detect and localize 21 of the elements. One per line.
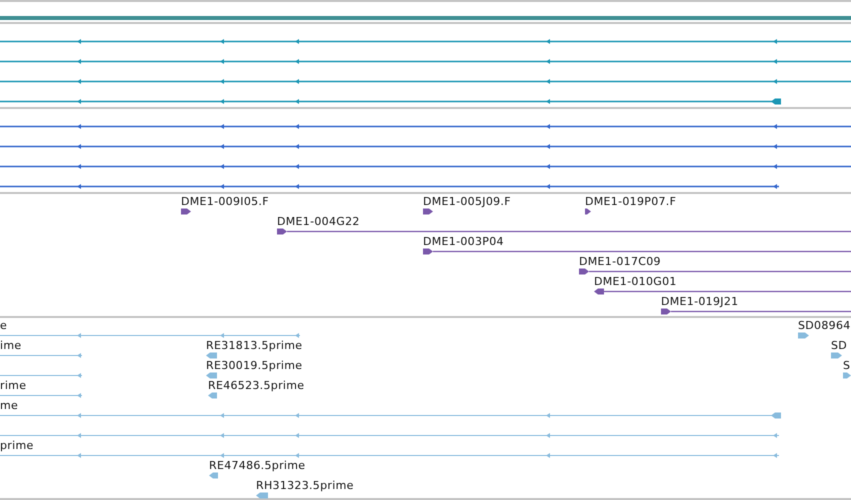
feature-label: DME1-005J09.F (423, 195, 511, 208)
feature-label: ime (0, 339, 22, 352)
feature-label: e (0, 319, 8, 332)
feature-label: DME1-017C09 (579, 255, 661, 268)
feature-label: rime (0, 379, 26, 392)
feature-label: DME1-019P07.F (585, 195, 676, 208)
feature-label: prime (0, 439, 34, 452)
feature-label: DME1-009I05.F (181, 195, 269, 208)
feature-label: SD (831, 339, 848, 352)
feature-label: DME1-003P04 (423, 235, 504, 248)
feature-label: RE31813.5prime (206, 339, 302, 352)
feature-label: RE47486.5prime (209, 459, 306, 472)
feature-label: S (843, 359, 850, 372)
feature-label: SD08964 (798, 319, 851, 332)
feature-label: me (0, 399, 18, 412)
feature-label: RE30019.5prime (206, 359, 302, 372)
feature-label: RH31323.5prime (256, 479, 354, 492)
feature-label: RE46523.5prime (208, 379, 304, 392)
feature-label: DME1-004G22 (277, 215, 360, 228)
feature-label: DME1-010G01 (594, 275, 677, 288)
feature-label: DME1-019J21 (661, 295, 738, 308)
